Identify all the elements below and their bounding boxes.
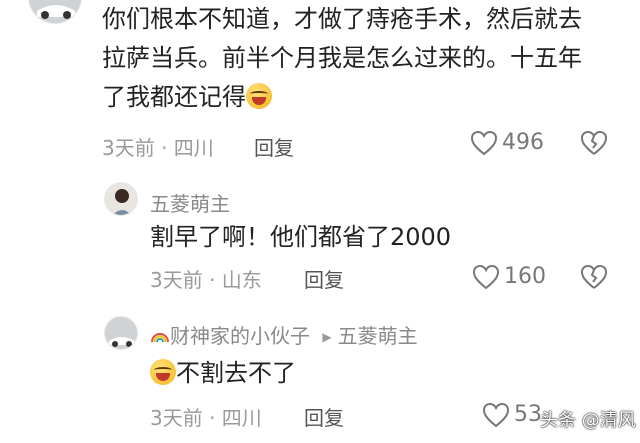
comment-text: 割早了啊！他们都省了2000 <box>150 223 452 251</box>
comment-text-body: 不割去不了 <box>176 359 296 387</box>
comment-meta: 3天前 · 四川 <box>102 136 214 160</box>
comment-meta: 3天前 · 山东 <box>150 268 262 292</box>
comment-text: 不割去不了 <box>150 354 296 393</box>
laughing-crying-emoji-icon <box>150 359 176 385</box>
dislike-button[interactable] <box>580 264 608 294</box>
reply-arrow-icon: ▶ <box>322 330 332 344</box>
comment-text: 你们根本不知道，才做了痔疮手术，然后就去 拉萨当兵。前半个月我是怎么过来的。十五… <box>102 0 632 117</box>
reply-header: 财神家的小伙子 ▶ 五菱萌主 <box>150 320 418 349</box>
like-count: 160 <box>504 264 546 289</box>
reply-to-username[interactable]: 五菱萌主 <box>338 324 418 348</box>
heart-icon <box>482 402 510 428</box>
heart-icon <box>472 264 500 290</box>
comment-text-line: 拉萨当兵。前半个月我是怎么过来的。十五年 <box>102 44 582 72</box>
reply-button[interactable]: 回复 <box>304 264 344 293</box>
rainbow-icon <box>150 325 170 343</box>
watermark: 头条 @清风 <box>540 410 636 431</box>
avatar[interactable] <box>28 0 82 24</box>
username[interactable]: 五菱萌主 <box>150 188 230 217</box>
like-button[interactable] <box>482 402 510 432</box>
reply-button[interactable]: 回复 <box>304 402 344 431</box>
like-count: 53 <box>514 402 542 427</box>
reply-button[interactable]: 回复 <box>254 132 294 161</box>
username[interactable]: 财神家的小伙子 <box>170 324 310 348</box>
heart-icon <box>470 130 498 156</box>
dislike-button[interactable] <box>580 130 608 160</box>
broken-heart-icon <box>580 264 608 289</box>
laughing-crying-emoji-icon <box>246 83 272 109</box>
like-button[interactable] <box>472 264 500 294</box>
like-button[interactable] <box>470 130 498 160</box>
comment-text-line: 了我都还记得 <box>102 83 246 111</box>
comment-text-line: 你们根本不知道，才做了痔疮手术，然后就去 <box>102 5 582 33</box>
avatar[interactable] <box>104 316 138 350</box>
avatar[interactable] <box>104 182 138 216</box>
broken-heart-icon <box>580 130 608 155</box>
comment-meta: 3天前 · 四川 <box>150 406 262 430</box>
like-count: 496 <box>502 130 544 155</box>
